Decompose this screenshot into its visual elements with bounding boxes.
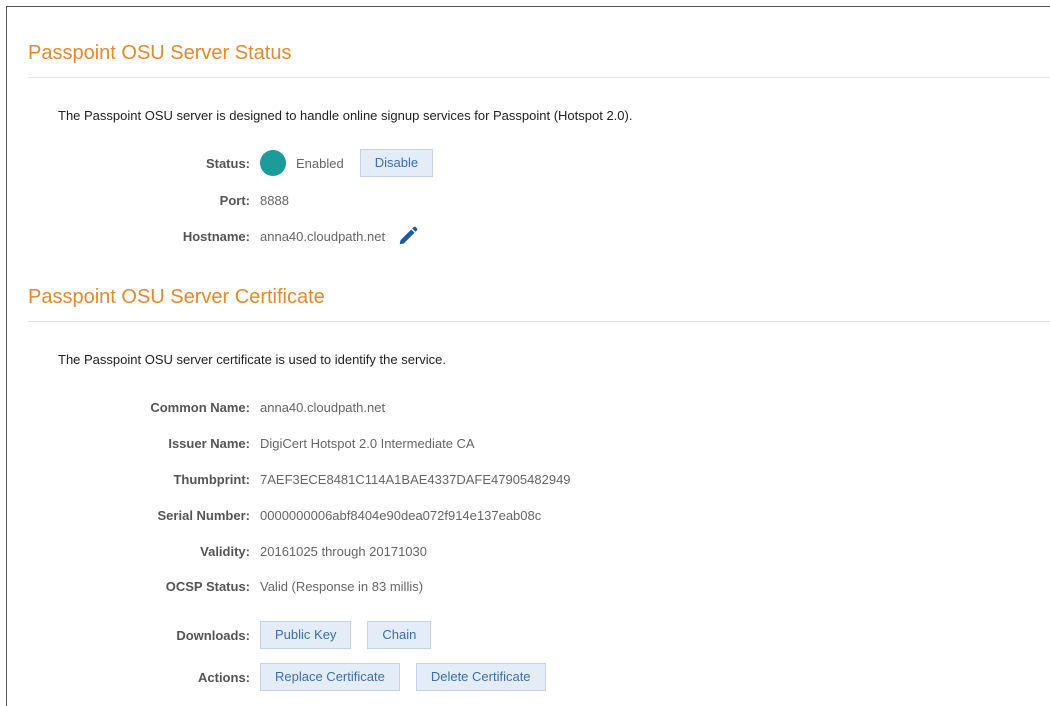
status-section-divider <box>28 77 1050 78</box>
status-section-title: Passpoint OSU Server Status <box>28 42 292 64</box>
port-label: Port: <box>219 192 250 208</box>
hostname-label: Hostname: <box>182 228 250 244</box>
common-name-row: Common Name: anna40.cloudpath.net <box>0 393 385 421</box>
common-name-label: Common Name: <box>150 399 250 415</box>
certificate-section-title: Passpoint OSU Server Certificate <box>28 286 325 308</box>
status-value: Enabled <box>296 155 344 171</box>
certificate-description: The Passpoint OSU server certificate is … <box>58 352 447 367</box>
disable-button[interactable]: Disable <box>359 149 434 177</box>
public-key-button[interactable]: Public Key <box>260 621 352 649</box>
port-row: Port: 8888 <box>0 186 289 214</box>
status-label: Status: <box>205 155 250 171</box>
serial-number-label: Serial Number: <box>157 507 250 523</box>
issuer-name-label: Issuer Name: <box>168 435 250 451</box>
downloads-row: Downloads: Public Key Chain <box>0 621 447 649</box>
serial-number-value: 0000000006abf8404e90dea072f914e137eab08c <box>260 507 542 523</box>
thumbprint-value: 7AEF3ECE8481C114A1BAE4337DAFE47905482949 <box>260 471 571 487</box>
actions-row: Actions: Replace Certificate Delete Cert… <box>0 663 562 691</box>
validity-label: Validity: <box>200 543 250 559</box>
downloads-label: Downloads: <box>176 627 250 643</box>
issuer-name-value: DigiCert Hotspot 2.0 Intermediate CA <box>260 435 475 451</box>
ocsp-status-label: OCSP Status: <box>165 578 250 594</box>
issuer-name-row: Issuer Name: DigiCert Hotspot 2.0 Interm… <box>0 429 475 457</box>
replace-certificate-button[interactable]: Replace Certificate <box>260 663 400 691</box>
status-description: The Passpoint OSU server is designed to … <box>58 108 633 123</box>
thumbprint-label: Thumbprint: <box>173 471 250 487</box>
status-row: Status: Enabled Disable <box>0 149 449 177</box>
ocsp-status-row: OCSP Status: Valid (Response in 83 milli… <box>0 572 423 600</box>
hostname-value: anna40.cloudpath.net <box>260 228 386 244</box>
hostname-row: Hostname: anna40.cloudpath.net <box>0 222 419 250</box>
ocsp-status-value: Valid (Response in 83 millis) <box>260 578 424 594</box>
pencil-icon[interactable] <box>397 225 419 247</box>
common-name-value: anna40.cloudpath.net <box>260 399 386 415</box>
chain-button[interactable]: Chain <box>367 621 432 649</box>
status-indicator-icon <box>260 150 286 176</box>
port-value: 8888 <box>260 192 289 208</box>
serial-number-row: Serial Number: 0000000006abf8404e90dea07… <box>0 501 542 529</box>
validity-value: 20161025 through 20171030 <box>260 543 427 559</box>
validity-row: Validity: 20161025 through 20171030 <box>0 537 427 565</box>
thumbprint-row: Thumbprint: 7AEF3ECE8481C114A1BAE4337DAF… <box>0 465 571 493</box>
actions-label: Actions: <box>198 669 250 685</box>
certificate-section-divider <box>28 321 1050 322</box>
delete-certificate-button[interactable]: Delete Certificate <box>415 663 546 691</box>
